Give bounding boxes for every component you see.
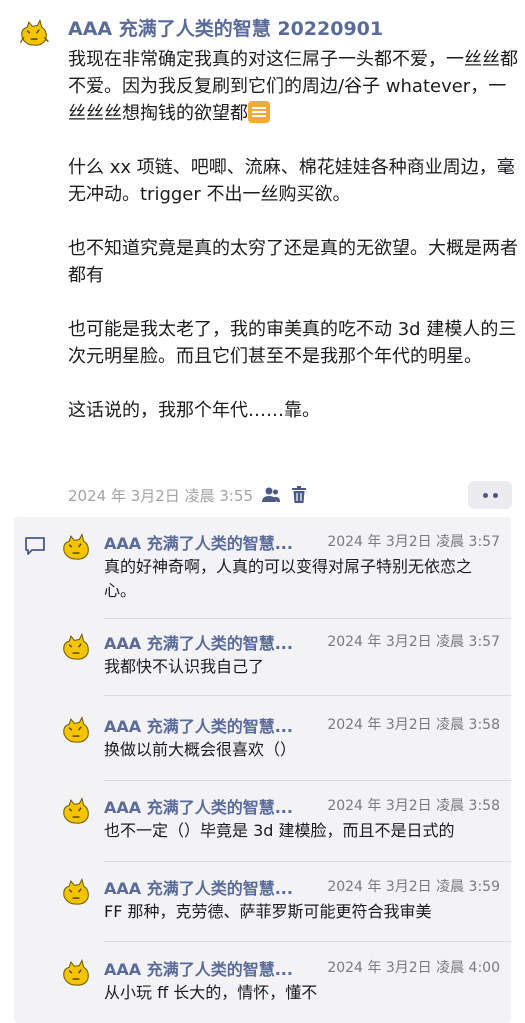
comment-text: 我都快不认识我自己了	[104, 657, 265, 676]
divider	[104, 861, 511, 862]
avatar[interactable]	[58, 875, 94, 911]
avatar[interactable]	[58, 794, 94, 830]
post-meta: 2024 年 3月2日 凌晨 3:55	[68, 484, 309, 506]
comment-time: 2024 年 3月2日 凌晨 3:58	[327, 717, 500, 733]
divider	[104, 695, 511, 696]
more-dot	[492, 492, 498, 498]
comment-author[interactable]: AAA 充满了人类的智慧...	[104, 713, 293, 737]
comment-time: 2024 年 3月2日 凌晨 3:59	[327, 879, 500, 895]
post-body: 我现在非常确定我真的对这仨屌子一头都不爱，一丝丝都不爱。因为我反复刷到它们的周边…	[68, 46, 518, 424]
avatar[interactable]	[58, 713, 94, 749]
comment-text: 也不一定（）毕竟是 3d 建模脸，而且不是日式的	[104, 821, 455, 840]
more-icon[interactable]	[468, 481, 512, 509]
tag-icon	[248, 101, 270, 123]
post-paragraph: 我现在非常确定我真的对这仨屌子一头都不爱，一丝丝都不爱。因为我反复刷到它们的周边…	[68, 49, 518, 124]
avatar[interactable]	[58, 530, 94, 566]
comment-text: 从小玩 ff 长大的，情怀，懂不	[104, 983, 318, 1002]
people-icon[interactable]	[261, 485, 281, 505]
avatar[interactable]	[58, 630, 94, 666]
post-paragraph: 也不知道究竟是真的太穷了还是真的无欲望。大概是两者都有	[68, 238, 518, 286]
comments-panel: AAA 充满了人类的智慧... 2024 年 3月2日 凌晨 3:57 真的好神…	[14, 517, 511, 1023]
divider	[104, 941, 511, 942]
comment-time: 2024 年 3月2日 凌晨 3:57	[327, 634, 500, 650]
comment-time: 2024 年 3月2日 凌晨 4:00	[327, 960, 500, 976]
tiger-avatar-icon	[63, 796, 89, 824]
comment-text: 换做以前大概会很喜欢（）	[104, 740, 297, 759]
comment-time: 2024 年 3月2日 凌晨 3:58	[327, 798, 500, 814]
post-paragraph: 什么 xx 项链、吧唧、流麻、棉花娃娃各种商业周边，毫无冲动。trigger 不…	[68, 157, 515, 205]
comment-author[interactable]: AAA 充满了人类的智慧...	[104, 630, 293, 654]
comment-author[interactable]: AAA 充满了人类的智慧...	[104, 794, 293, 818]
tiger-avatar-icon	[63, 715, 89, 743]
divider	[104, 780, 511, 781]
comment-icon	[24, 535, 46, 557]
post-paragraph: 也可能是我太老了，我的审美真的吃不动 3d 建模人的三次元明星脸。而且它们甚至不…	[68, 319, 517, 367]
divider	[104, 618, 511, 619]
comment-text: FF 那种，克劳德、萨菲罗斯可能更符合我审美	[104, 902, 432, 921]
post-author[interactable]: AAA 充满了人类的智慧 20220901	[68, 14, 383, 41]
tiger-avatar-icon	[63, 632, 89, 660]
tiger-avatar-icon	[63, 532, 89, 560]
comment-author[interactable]: AAA 充满了人类的智慧...	[104, 956, 293, 980]
post-time: 2024 年 3月2日 凌晨 3:55	[68, 486, 254, 505]
tiger-avatar-icon	[63, 877, 89, 905]
more-dot	[482, 492, 488, 498]
tiger-avatar-icon	[63, 958, 89, 986]
post-paragraph: 这话说的，我那个年代……靠。	[68, 400, 320, 421]
comment-time: 2024 年 3月2日 凌晨 3:57	[327, 534, 500, 550]
comment-text: 真的好神奇啊，人真的可以变得对屌子特别无依恋之心。	[104, 557, 473, 600]
comment-author[interactable]: AAA 充满了人类的智慧...	[104, 875, 293, 899]
tiger-avatar-icon	[19, 18, 49, 46]
comment-author[interactable]: AAA 充满了人类的智慧...	[104, 530, 293, 554]
avatar[interactable]	[16, 16, 52, 52]
avatar[interactable]	[58, 956, 94, 992]
trash-icon[interactable]	[289, 485, 309, 505]
